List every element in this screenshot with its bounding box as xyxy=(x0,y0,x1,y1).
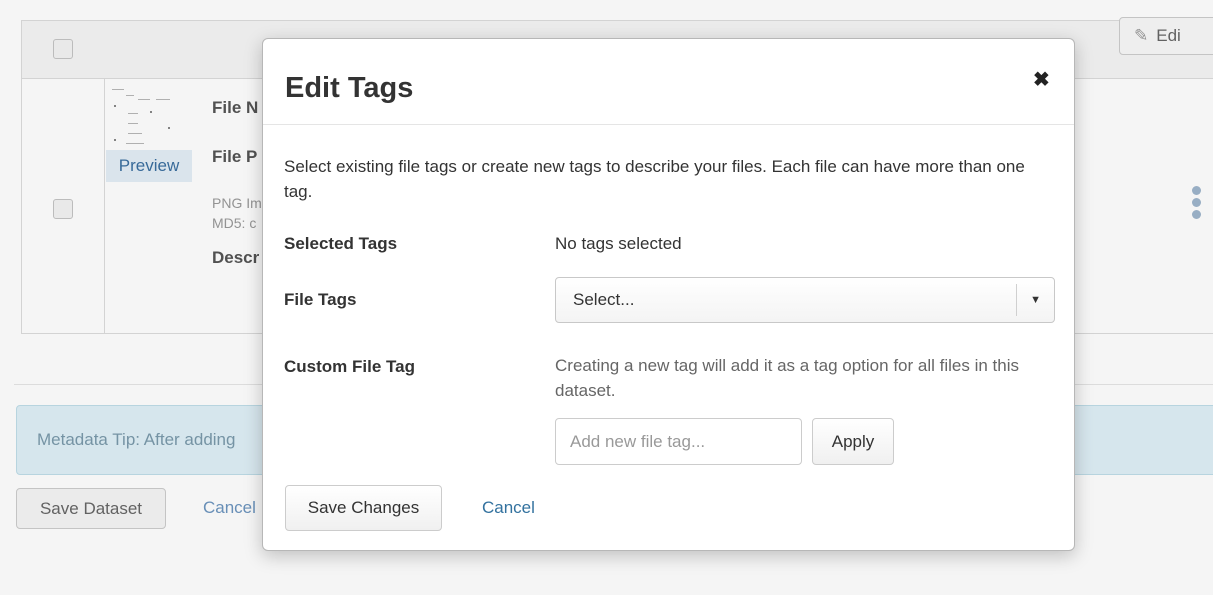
edit-tags-modal: Edit Tags ✖ Select existing file tags or… xyxy=(262,38,1075,551)
page: Preview File N File P PNG Im MD5: c Desc… xyxy=(0,0,1213,595)
select-divider xyxy=(1016,284,1017,316)
modal-cancel-link[interactable]: Cancel xyxy=(482,498,535,518)
file-tags-label: File Tags xyxy=(284,290,357,309)
modal-header: Edit Tags ✖ xyxy=(263,39,1074,125)
custom-file-tag-label: Custom File Tag xyxy=(284,357,415,376)
modal-intro-text: Select existing file tags or create new … xyxy=(284,157,1025,201)
custom-tag-hint: Creating a new tag will add it as a tag … xyxy=(555,356,1019,400)
file-tags-select[interactable]: Select... ▼ xyxy=(555,277,1055,323)
selected-tags-value: No tags selected xyxy=(555,234,682,253)
new-file-tag-input[interactable] xyxy=(555,418,802,465)
modal-title: Edit Tags xyxy=(285,72,414,104)
close-icon[interactable]: ✖ xyxy=(1033,67,1050,92)
file-tags-select-value: Select... xyxy=(573,290,635,309)
apply-button[interactable]: Apply xyxy=(812,418,894,465)
caret-down-icon: ▼ xyxy=(1030,294,1041,306)
save-changes-button[interactable]: Save Changes xyxy=(285,485,442,531)
selected-tags-label: Selected Tags xyxy=(284,234,398,253)
